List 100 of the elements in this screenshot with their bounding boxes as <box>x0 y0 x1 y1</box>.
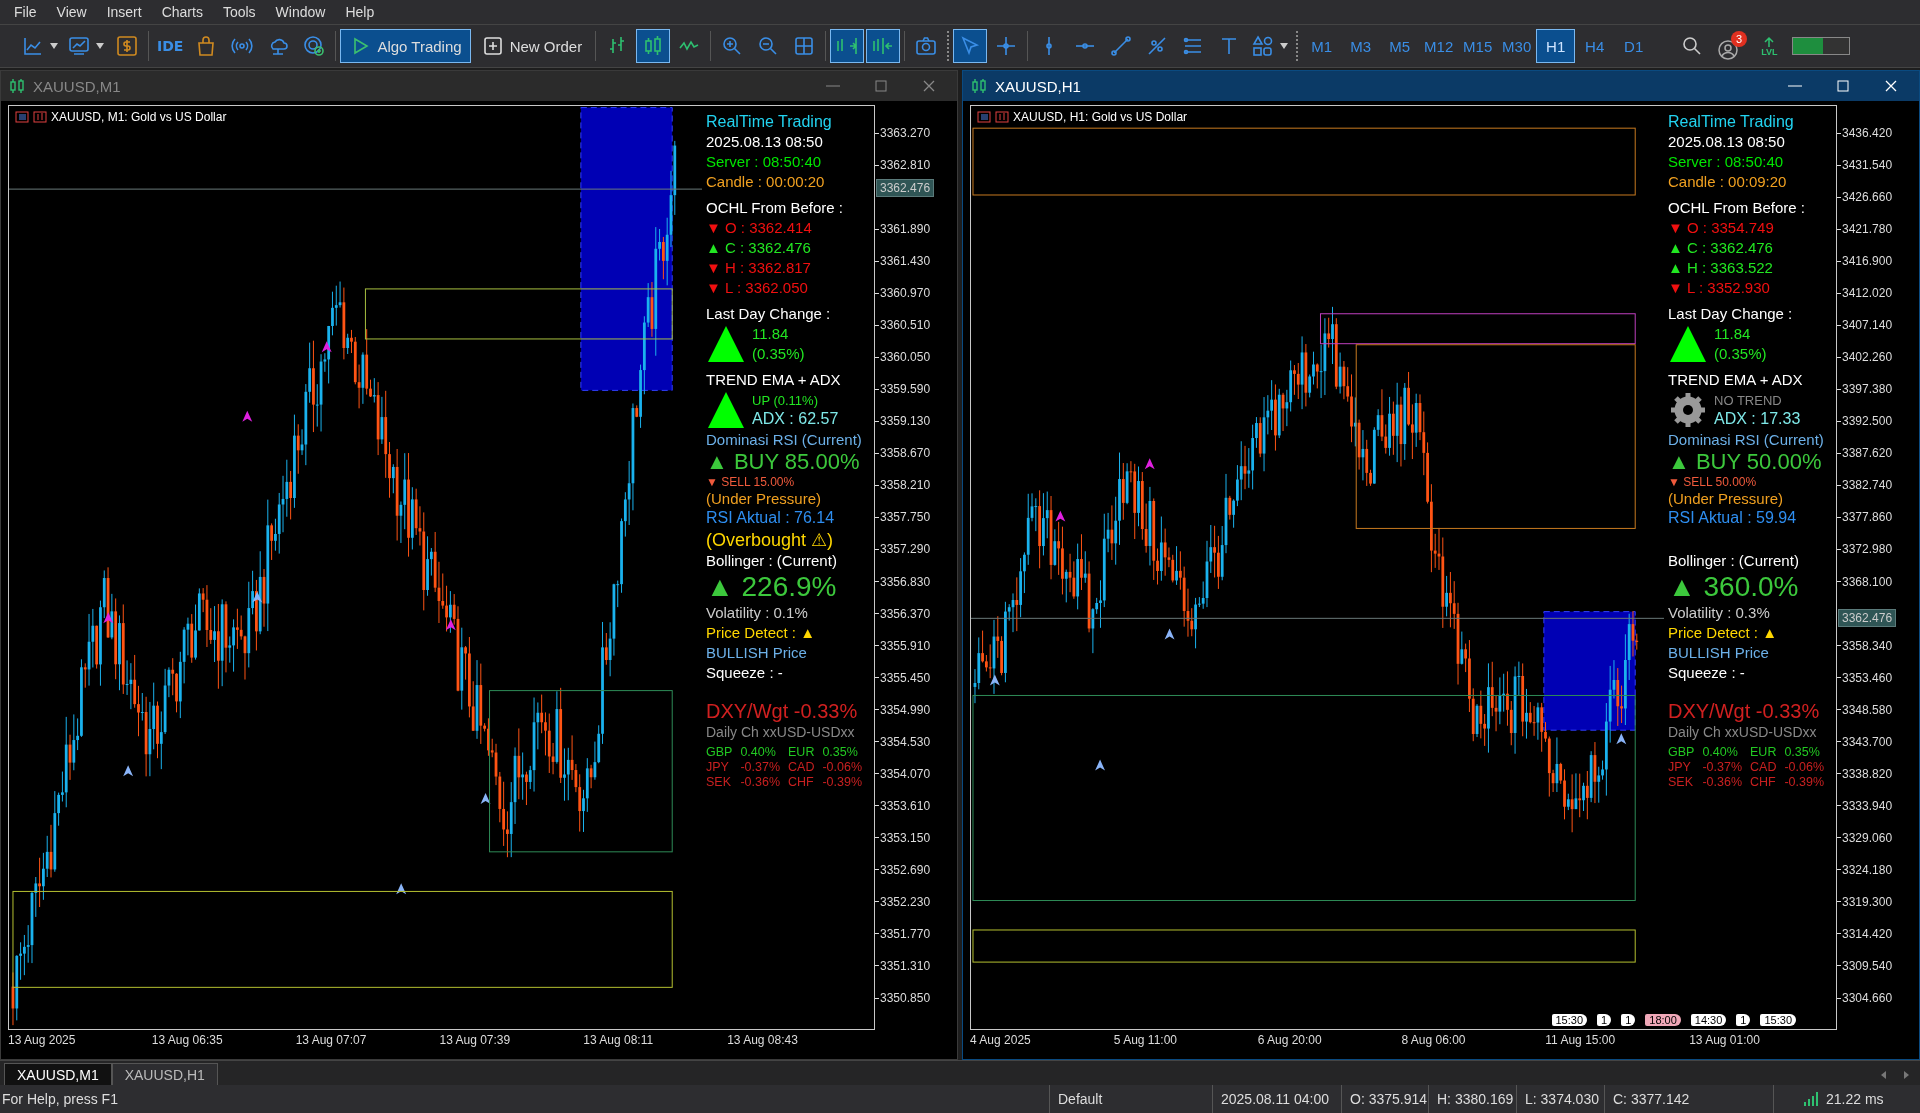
timeframe-button[interactable]: M5 <box>1380 29 1420 63</box>
panel-title: RealTime Trading <box>1668 112 1794 132</box>
server-time: Server : 08:50:40 <box>1668 152 1784 172</box>
time-label: 13 Aug 06:35 <box>151 1033 224 1047</box>
menu-item[interactable]: Insert <box>96 4 152 20</box>
panel-title: RealTime Trading <box>706 112 832 132</box>
squeeze-value: Squeeze : - <box>1668 663 1745 683</box>
buy-percent: ▲ BUY 85.00% <box>706 450 860 474</box>
server-time: Server : 08:50:40 <box>706 152 822 172</box>
time-label: 8 Aug 06:00 <box>1401 1033 1467 1047</box>
candle-timer: Candle : 00:00:20 <box>706 172 825 192</box>
currency-code: JPY <box>706 760 729 775</box>
price-label: 3352.690 <box>875 862 931 877</box>
menu-item[interactable]: View <box>46 4 97 20</box>
rsi-value: RSI Aktual : 76.14 <box>706 508 835 528</box>
grid-icon <box>793 35 816 57</box>
help-text: For Help, press F1 <box>1 1091 119 1107</box>
timeframe-button[interactable]: M15 <box>1458 29 1498 63</box>
currency-change: 0.35% <box>822 745 858 760</box>
current-price-tag: 3362.476 <box>1838 609 1897 628</box>
camera-icon <box>915 35 938 57</box>
volatility-value: Volatility : 0.1% <box>706 603 808 623</box>
price-label: 3397.380 <box>1837 382 1893 397</box>
time-marker: 18:00 <box>1645 1014 1681 1026</box>
menu-item[interactable]: File <box>4 4 47 20</box>
price-label: 3359.590 <box>875 382 931 397</box>
price-label: 3407.140 <box>1837 318 1893 333</box>
price-label: 3382.740 <box>1837 478 1893 493</box>
menu-item[interactable]: Charts <box>151 4 213 20</box>
pressure-note: (Under Pressure) <box>1668 490 1784 507</box>
price-label: 3358.340 <box>1837 638 1893 653</box>
timeframe-button[interactable]: M12 <box>1419 29 1459 63</box>
timeframe-button[interactable]: M30 <box>1497 29 1537 63</box>
price-label: 3359.130 <box>875 414 931 429</box>
timeframe-button[interactable]: H4 <box>1575 29 1615 63</box>
price-label: 3361.890 <box>875 222 931 237</box>
toolbar-button[interactable] <box>953 29 988 63</box>
toolbar-button[interactable]: New Order <box>472 29 592 63</box>
rsi-label: Dominasi RSI (Current) <box>1668 430 1824 450</box>
price-label: 3353.610 <box>875 798 931 813</box>
time-label: 13 Aug 2025 <box>8 1033 77 1047</box>
monitor-chart-icon <box>68 35 90 57</box>
change-percent: (0.35%) <box>752 344 805 364</box>
scroll-right-icon[interactable] <box>1902 1071 1910 1079</box>
price-label: 3360.050 <box>875 350 931 365</box>
dxy-value: DXY/Wgt -0.33% <box>706 699 858 723</box>
timeframe-button[interactable]: H1 <box>1536 29 1576 63</box>
menu-item[interactable]: Help <box>335 4 385 20</box>
scroll-left-icon[interactable] <box>1880 1071 1888 1079</box>
account-button[interactable]: 3 <box>1717 31 1748 61</box>
time-label: 6 Aug 20:00 <box>1257 1033 1323 1047</box>
toolbar-button[interactable]: Algo Trading <box>340 29 471 63</box>
price-label: 3353.460 <box>1837 670 1893 685</box>
timeframe-button[interactable]: M1 <box>1302 29 1342 63</box>
currency-code: GBP <box>1668 745 1695 760</box>
ochl-value: ▼ H : 3362.817 <box>706 258 811 278</box>
lvl-button[interactable]: LVL <box>1761 35 1778 57</box>
rsi-value: RSI Aktual : 59.94 <box>1668 508 1797 528</box>
ochl-header: OCHL From Before : <box>706 198 843 218</box>
caret-icon <box>50 43 58 49</box>
price-label: 3360.970 <box>875 286 931 301</box>
date-time: 2025.08.13 08:50 <box>1668 132 1785 152</box>
currency-code: CAD <box>788 760 815 775</box>
candlestick-icon <box>9 78 25 94</box>
time-label: 13 Aug 07:07 <box>295 1033 368 1047</box>
time-label: 13 Aug 07:39 <box>439 1033 512 1047</box>
time-label: 4 Aug 2025 <box>970 1033 1032 1047</box>
window-title: XAUUSD,M1 <box>33 77 122 95</box>
last-day-label: Last Day Change : <box>706 304 831 324</box>
dollar-icon <box>116 35 138 57</box>
list-icon <box>977 110 991 124</box>
menu-item[interactable]: Window <box>265 4 336 20</box>
high-price: H: 3380.169 <box>1437 1091 1514 1107</box>
menu-item[interactable]: Tools <box>212 4 266 20</box>
current-price-tag: 3362.476 <box>876 179 935 198</box>
price-label: 3431.540 <box>1837 158 1893 173</box>
toolbar-button[interactable] <box>866 29 901 63</box>
trend-label: TREND EMA + ADX <box>706 370 841 390</box>
price-label: 3343.700 <box>1837 734 1893 749</box>
ochl-value: ▼ O : 3354.749 <box>1668 218 1774 238</box>
time-marker: 1 <box>1736 1014 1751 1026</box>
price-label: 3387.620 <box>1837 446 1893 461</box>
toolbar-button[interactable] <box>830 29 865 63</box>
timeframe-button[interactable]: D1 <box>1614 29 1654 63</box>
chart-tab[interactable]: XAUUSD,H1 <box>111 1063 218 1085</box>
close-icon <box>922 79 936 93</box>
price-label: 3338.820 <box>1837 766 1893 781</box>
chart-tab[interactable]: XAUUSD,M1 <box>4 1063 112 1085</box>
vertical-line-icon <box>1046 36 1053 56</box>
ide-button[interactable]: IDE <box>153 29 188 63</box>
caret-icon <box>1280 43 1289 49</box>
currency-change: 0.40% <box>740 745 776 760</box>
bollinger-value: ▲ 360.0% <box>1668 571 1799 603</box>
chart-symbol-label: XAUUSD, M1: Gold vs US Dollar <box>51 110 227 124</box>
dxy-value: DXY/Wgt -0.33% <box>1668 699 1820 723</box>
ochl-value: ▼ L : 3352.930 <box>1668 278 1770 298</box>
toolbar-button[interactable] <box>636 29 671 63</box>
time-label: 11 Aug 15:00 <box>1545 1033 1617 1047</box>
timeframe-button[interactable]: M3 <box>1341 29 1381 63</box>
line-chart-icon <box>22 35 44 57</box>
